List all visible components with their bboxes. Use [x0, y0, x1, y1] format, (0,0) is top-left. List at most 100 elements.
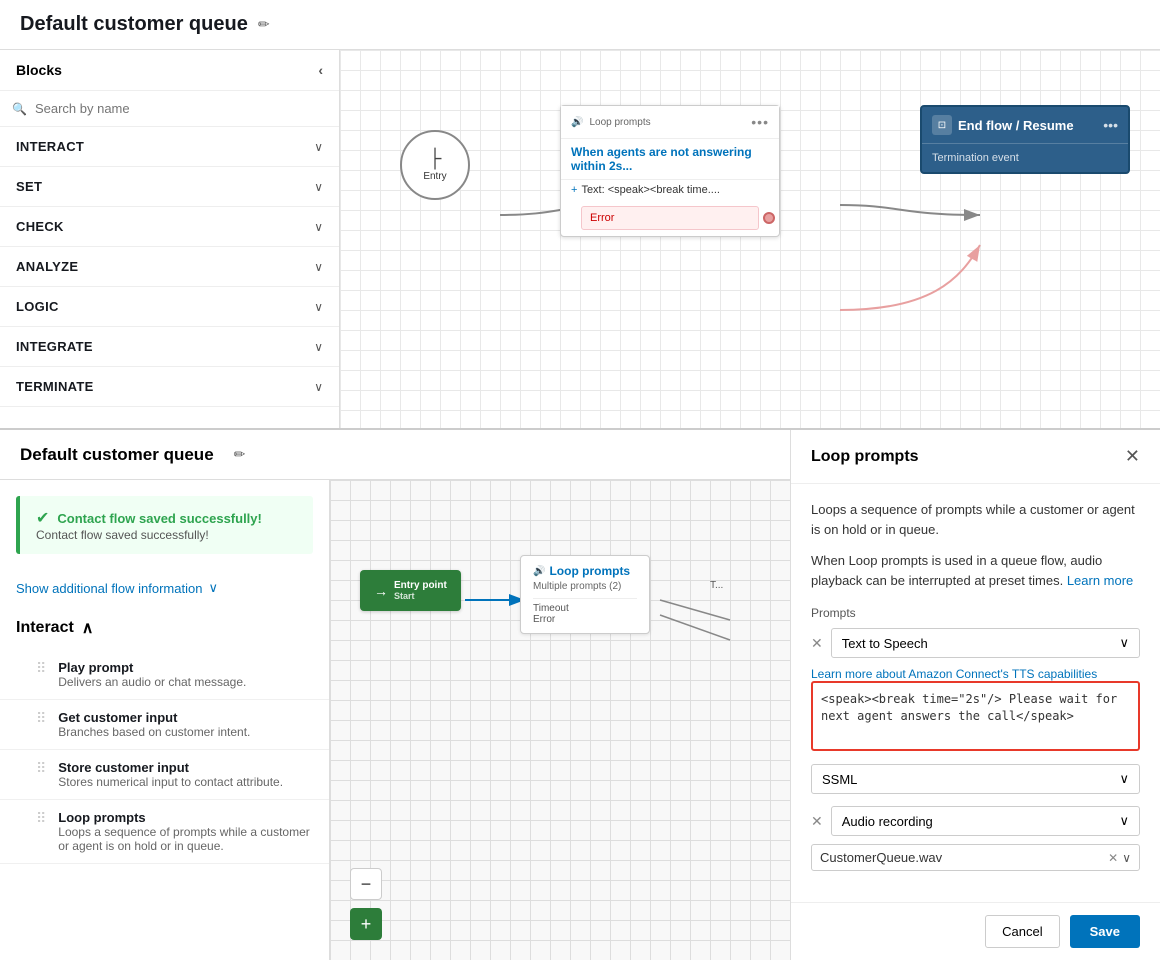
node-menu-icon[interactable]: •••: [751, 114, 769, 130]
mini-loop-sublabel: Multiple prompts (2): [533, 581, 637, 592]
top-title: Default customer queue: [20, 13, 248, 36]
audio-chevron-icon: ∨: [1122, 851, 1131, 865]
error-port: Error: [581, 206, 759, 230]
success-banner: ✔ Contact flow saved successfully! Conta…: [16, 496, 313, 554]
bottom-panel: Default customer queue ✏ Latest: Publish…: [0, 430, 1160, 960]
entry-label: Entry: [423, 171, 446, 182]
top-title-bar: Default customer queue ✏: [0, 0, 1160, 50]
bottom-edit-icon[interactable]: ✏: [234, 446, 246, 463]
success-check-icon: ✔: [36, 508, 49, 528]
ssml-dropdown[interactable]: SSML ∨: [811, 764, 1140, 794]
sidebar-item-terminate[interactable]: TERMINATE ∨: [0, 367, 339, 407]
end-flow-menu-icon[interactable]: •••: [1103, 117, 1118, 133]
top-edit-icon[interactable]: ✏: [258, 16, 270, 33]
sidebar: Blocks ‹ 🔍 INTERACT ∨ SET ∨ CHECK ∨ ANAL…: [0, 50, 340, 428]
block-desc: Stores numerical input to contact attrib…: [58, 775, 283, 789]
sidebar-item-integrate[interactable]: INTEGRATE ∨: [0, 327, 339, 367]
audio-file-row: CustomerQueue.wav ✕ ∨: [811, 844, 1140, 871]
speaker-icon: 🔊: [571, 117, 583, 128]
block-get-customer-input[interactable]: ⠿ Get customer input Branches based on c…: [0, 700, 329, 750]
entry-point-icon: →: [374, 583, 388, 599]
chevron-down-icon: ∨: [208, 580, 218, 596]
audio-label: Audio recording: [842, 814, 933, 829]
speaker-small-icon: 🔊: [533, 566, 545, 577]
zoom-out-button[interactable]: −: [350, 868, 382, 900]
end-flow-title: End flow / Resume: [958, 118, 1074, 133]
interact-header[interactable]: Interact ∧: [0, 606, 329, 650]
error-label-mini: Error: [533, 614, 637, 625]
end-flow-node[interactable]: ⊡ End flow / Resume ••• Termination even…: [920, 105, 1130, 174]
block-desc: Delivers an audio or chat message.: [58, 675, 246, 689]
sidebar-header: Blocks ‹: [0, 50, 339, 91]
sidebar-item-logic[interactable]: LOGIC ∨: [0, 287, 339, 327]
success-title: Contact flow saved successfully!: [57, 511, 261, 526]
drag-handle-icon: ⠿: [36, 760, 46, 777]
tts-dropdown-icon: ∨: [1119, 635, 1129, 651]
remove-audio-file-button[interactable]: ✕: [1108, 851, 1118, 865]
chevron-down-icon: ∨: [314, 340, 323, 354]
timeout-label: Timeout: [533, 598, 637, 614]
chevron-down-icon: ∨: [314, 220, 323, 234]
end-flow-icon: ⊡: [932, 115, 952, 135]
termination-label: T...: [710, 580, 723, 591]
drag-handle-icon: ⠿: [36, 710, 46, 727]
tts-capabilities-link[interactable]: Learn more about Amazon Connect's TTS ca…: [811, 667, 1097, 681]
mini-entry-label: Entry point: [394, 580, 447, 591]
right-panel-body: Loops a sequence of prompts while a cust…: [791, 484, 1160, 902]
sidebar-item-interact[interactable]: INTERACT ∨: [0, 127, 339, 167]
rp-description-1: Loops a sequence of prompts while a cust…: [811, 500, 1140, 539]
flow-info-label: Show additional flow information: [16, 581, 202, 596]
block-title: Get customer input: [58, 710, 250, 725]
top-panel: Default customer queue ✏ Blocks ‹ 🔍 INTE…: [0, 0, 1160, 430]
block-loop-prompts[interactable]: ⠿ Loop prompts Loops a sequence of promp…: [0, 800, 329, 864]
tts-dropdown[interactable]: Text to Speech ∨: [831, 628, 1140, 658]
search-box: 🔍: [0, 91, 339, 127]
mini-entry-node: → Entry point Start: [360, 570, 461, 611]
ssml-dropdown-icon: ∨: [1119, 771, 1129, 787]
sidebar-category-label: INTEGRATE: [16, 339, 93, 354]
chevron-down-icon: ∨: [314, 380, 323, 394]
remove-audio-button[interactable]: ✕: [811, 813, 823, 830]
text-port: + Text: <speak><break time....: [561, 179, 779, 200]
sidebar-item-set[interactable]: SET ∨: [0, 167, 339, 207]
interact-collapse-icon: ∧: [82, 618, 94, 638]
tts-text-input[interactable]: <speak><break time="2s"/> Please wait fo…: [811, 681, 1140, 751]
sidebar-category-label: CHECK: [16, 219, 64, 234]
ssml-label: SSML: [822, 772, 857, 787]
audio-row: ✕ Audio recording ∨: [811, 806, 1140, 836]
learn-more-link[interactable]: Learn more: [1067, 573, 1133, 588]
save-button[interactable]: Save: [1070, 915, 1140, 948]
collapse-icon[interactable]: ‹: [318, 62, 323, 78]
block-desc: Branches based on customer intent.: [58, 725, 250, 739]
chevron-down-icon: ∨: [314, 300, 323, 314]
error-connector: [763, 212, 775, 224]
block-title: Store customer input: [58, 760, 283, 775]
chevron-down-icon: ∨: [314, 180, 323, 194]
add-button[interactable]: +: [350, 908, 382, 940]
text-port-label: Text: <speak><break time....: [581, 184, 720, 196]
sidebar-item-analyze[interactable]: ANALYZE ∨: [0, 247, 339, 287]
right-panel-footer: Cancel Save: [791, 902, 1160, 960]
bottom-title: Default customer queue: [20, 445, 214, 465]
success-message: Contact flow saved successfully!: [36, 528, 297, 542]
search-input[interactable]: [35, 101, 327, 116]
close-button[interactable]: ✕: [1125, 446, 1140, 467]
block-store-customer-input[interactable]: ⠿ Store customer input Stores numerical …: [0, 750, 329, 800]
cancel-button[interactable]: Cancel: [985, 915, 1059, 948]
right-panel-title: Loop prompts: [811, 448, 919, 466]
right-panel-header: Loop prompts ✕: [791, 430, 1160, 484]
sidebar-category-label: TERMINATE: [16, 379, 94, 394]
node-type-label: Loop prompts: [589, 117, 650, 128]
remove-tts-button[interactable]: ✕: [811, 635, 823, 652]
block-play-prompt[interactable]: ⠿ Play prompt Delivers an audio or chat …: [0, 650, 329, 700]
mini-loop-node[interactable]: 🔊 Loop prompts Multiple prompts (2) Time…: [520, 555, 650, 634]
audio-dropdown-icon: ∨: [1119, 813, 1129, 829]
search-icon: 🔍: [12, 102, 27, 116]
sidebar-item-check[interactable]: CHECK ∨: [0, 207, 339, 247]
rp-description-2: When Loop prompts is used in a queue flo…: [811, 551, 1140, 590]
loop-prompts-node[interactable]: 🔊 Loop prompts ••• When agents are not a…: [560, 105, 780, 237]
show-flow-info[interactable]: Show additional flow information ∨: [0, 570, 329, 606]
loop-prompts-title: When agents are not answering within 2s.…: [561, 139, 779, 179]
block-desc: Loops a sequence of prompts while a cust…: [58, 825, 313, 853]
audio-dropdown[interactable]: Audio recording ∨: [831, 806, 1140, 836]
